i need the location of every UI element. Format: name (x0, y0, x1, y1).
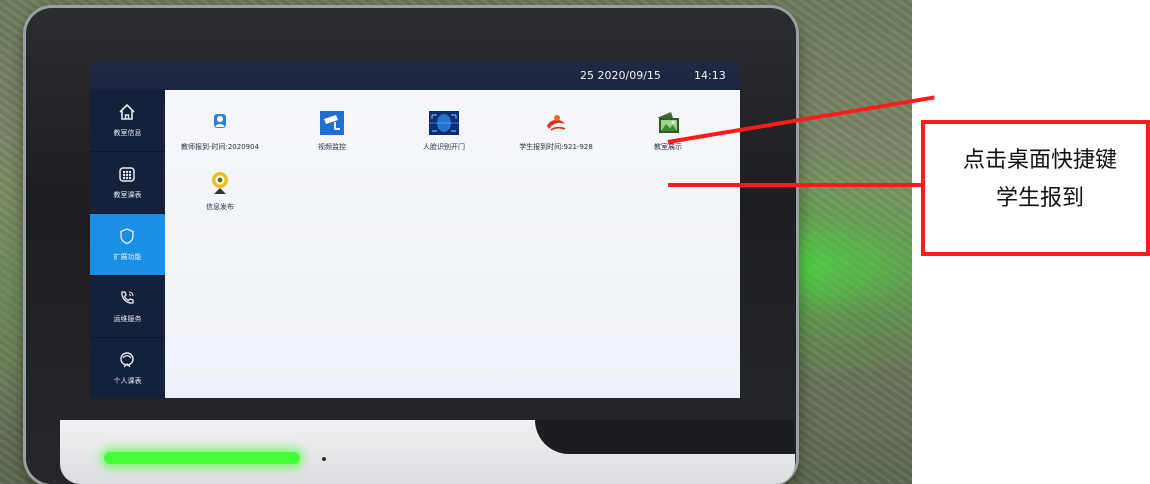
annotation-text: 点击桌面快捷键学生报到 (962, 148, 1117, 211)
sensor-dot (322, 457, 326, 461)
app-label: 信息发布 (206, 203, 234, 211)
annotation-pointer-lower (668, 183, 930, 187)
surveillance-camera-icon (320, 111, 344, 135)
sidebar-item-classroom-schedule[interactable]: 教室课表 (90, 152, 165, 214)
sidebar-item-label: 个人课表 (113, 377, 142, 385)
led-indicator-bar (104, 452, 300, 464)
device-photo: 25 2020/09/15 14:13 教室信息 教室课表 扩展功能 运维服务 … (0, 0, 912, 484)
app-face-recognition[interactable]: 人脸识别开门 (389, 104, 499, 164)
app-video-surveillance[interactable]: 视频监控 (277, 104, 387, 164)
sidebar-item-maintenance[interactable]: 运维服务 (90, 276, 165, 338)
home-icon (119, 103, 135, 120)
app-teacher-checkin[interactable]: 教师报到-时间:2020904 (165, 104, 275, 164)
device-screen: 25 2020/09/15 14:13 教室信息 教室课表 扩展功能 运维服务 … (90, 62, 740, 398)
student-checkin-icon (547, 115, 566, 131)
status-date: 25 2020/09/15 (580, 69, 661, 82)
status-bar: 25 2020/09/15 14:13 (90, 62, 740, 90)
app-label: 人脸识别开门 (423, 143, 465, 151)
webcam-broadcast-icon (212, 172, 228, 194)
teacher-checkin-icon (214, 114, 226, 128)
face-recognition-icon (429, 111, 459, 135)
sidebar-item-label: 运维服务 (113, 315, 142, 323)
photo-gallery-icon (657, 112, 679, 133)
app-label: 学生报到时间:921-928 (519, 143, 593, 151)
sidebar: 教室信息 教室课表 扩展功能 运维服务 个人课表 (90, 90, 165, 398)
sidebar-item-personal-schedule[interactable]: 个人课表 (90, 338, 165, 398)
app-student-checkin[interactable]: 学生报到时间:921-928 (501, 104, 611, 164)
sidebar-item-label: 教室信息 (113, 129, 142, 137)
bezel-notch (535, 420, 795, 454)
sidebar-item-label: 教室课表 (113, 191, 142, 199)
sidebar-item-label: 扩展功能 (113, 253, 142, 261)
status-time: 14:13 (694, 69, 726, 82)
app-info-publish[interactable]: 信息发布 (165, 164, 275, 224)
person-icon (120, 352, 134, 368)
annotation-callout: 点击桌面快捷键学生报到 (921, 120, 1150, 256)
schedule-grid-icon (119, 167, 135, 182)
phone-support-icon (121, 291, 134, 304)
sidebar-item-extensions[interactable]: 扩展功能 (90, 214, 165, 276)
app-desktop: 教师报到-时间:2020904 视频监控 人脸识别开门 学生报到时间:921-9… (165, 90, 740, 398)
app-label: 视频监控 (318, 143, 346, 151)
shield-icon (120, 228, 134, 245)
sidebar-item-classroom-info[interactable]: 教室信息 (90, 90, 165, 152)
app-label: 教师报到-时间:2020904 (180, 143, 260, 151)
